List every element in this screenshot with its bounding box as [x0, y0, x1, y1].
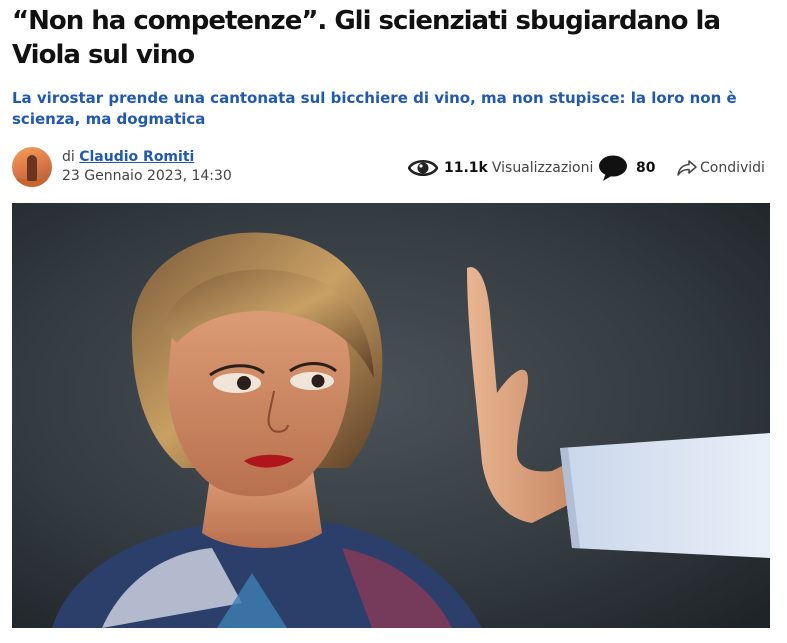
comments-count[interactable]: 80: [636, 160, 655, 176]
comments-counter[interactable]: 80: [598, 154, 655, 182]
article-meta: di Claudio Romiti 23 Gennaio 2023, 14:30…: [12, 145, 772, 189]
avatar-figure: [27, 155, 37, 181]
views-count: 11.1k: [444, 160, 488, 176]
hero-image[interactable]: [12, 203, 770, 628]
share-arrow-icon[interactable]: [676, 158, 698, 178]
author-avatar[interactable]: [12, 147, 52, 187]
share-label[interactable]: Condividi: [700, 160, 765, 176]
publish-date: 23 Gennaio 2023, 14:30: [62, 168, 232, 184]
views-counter: 11.1k Visualizzazioni: [408, 155, 593, 181]
author-link[interactable]: Claudio Romiti: [79, 149, 194, 165]
eye-icon: [408, 159, 438, 177]
article-header: “Non ha competenze”. Gli scienziati sbug…: [0, 0, 787, 643]
author-prefix: di: [62, 149, 75, 165]
byline: di Claudio Romiti: [62, 148, 194, 166]
share-button[interactable]: Condividi: [676, 155, 765, 181]
views-label: Visualizzazioni: [491, 160, 594, 176]
article-headline[interactable]: “Non ha competenze”. Gli scienziati sbug…: [12, 4, 772, 72]
article-subtitle: La virostar prende una cantonata sul bic…: [12, 89, 737, 128]
hero-illustration: [12, 203, 770, 628]
comment-bubble-icon[interactable]: [598, 154, 628, 182]
